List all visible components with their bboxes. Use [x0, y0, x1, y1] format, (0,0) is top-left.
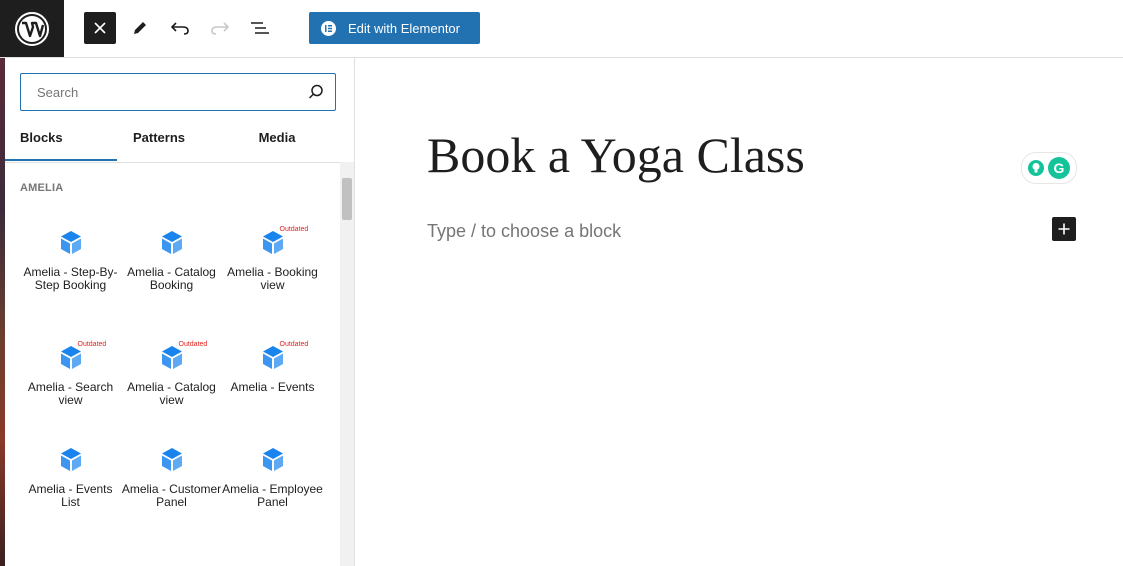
tools-button[interactable]: [124, 12, 156, 44]
undo-button[interactable]: [164, 12, 196, 44]
wordpress-logo-icon[interactable]: [0, 0, 64, 57]
block-item-label: Amelia - Catalog view: [127, 380, 216, 407]
list-view-button[interactable]: [244, 12, 276, 44]
scrollbar-thumb[interactable]: [342, 178, 352, 220]
elementor-icon: [321, 20, 336, 36]
block-item-label: Amelia - Booking view: [227, 265, 318, 292]
block-item-label: Amelia - Events List: [28, 482, 113, 509]
amelia-block-icon: [159, 447, 185, 473]
block-item[interactable]: Amelia - Employee Panel: [222, 447, 323, 509]
block-item-label: Amelia - Employee Panel: [222, 482, 323, 509]
elementor-button-label: Edit with Elementor: [348, 20, 460, 36]
block-item[interactable]: Outdated Amelia - Catalog view: [121, 341, 222, 407]
block-item-label: Amelia - Customer Panel: [121, 482, 222, 509]
edit-with-elementor-button[interactable]: Edit with Elementor: [309, 12, 480, 44]
block-placeholder[interactable]: Type / to choose a block: [427, 221, 621, 242]
plus-icon: [1058, 223, 1070, 235]
tab-media[interactable]: Media: [241, 122, 313, 162]
search-icon[interactable]: [307, 83, 325, 101]
block-item[interactable]: Outdated Amelia - Events: [222, 341, 323, 394]
category-heading: AMELIA: [20, 182, 64, 194]
grammarly-widget[interactable]: G: [1021, 152, 1077, 184]
search-box: [20, 73, 336, 111]
amelia-block-icon: [159, 230, 185, 256]
block-item-label: Amelia - Step-By-Step Booking: [23, 265, 118, 292]
tab-patterns[interactable]: Patterns: [117, 122, 201, 162]
editor-canvas: Book a Yoga Class G Type / to choose a b…: [355, 58, 1123, 566]
block-item[interactable]: Amelia - Catalog Booking: [121, 230, 222, 292]
list-view-icon: [251, 22, 269, 34]
undo-icon: [170, 22, 189, 35]
amelia-block-icon: [58, 447, 84, 473]
pencil-icon: [134, 22, 146, 34]
close-inserter-button[interactable]: [84, 12, 116, 44]
lightbulb-icon: [1028, 160, 1044, 176]
block-item[interactable]: Amelia - Customer Panel: [121, 447, 222, 509]
tab-blocks[interactable]: Blocks: [5, 122, 117, 161]
block-item[interactable]: Outdated Amelia - Booking view: [222, 226, 323, 292]
redo-icon: [211, 22, 230, 35]
add-block-button[interactable]: [1052, 217, 1076, 241]
block-item[interactable]: Amelia - Step-By-Step Booking: [20, 230, 121, 292]
amelia-block-icon: Outdated: [159, 341, 207, 371]
outdated-badge: Outdated: [178, 341, 208, 348]
amelia-block-icon: Outdated: [58, 341, 106, 371]
block-item[interactable]: Outdated Amelia - Search view: [20, 341, 121, 407]
block-item-label: Amelia - Search view: [27, 380, 114, 407]
grammarly-icon: G: [1048, 157, 1070, 179]
editor-toolbar: Edit with Elementor: [0, 0, 1123, 58]
close-icon: [94, 22, 106, 34]
search-input[interactable]: [35, 83, 299, 101]
inserter-tabs: Blocks Patterns Media: [5, 122, 354, 163]
amelia-block-icon: Outdated: [260, 226, 308, 256]
redo-button[interactable]: [204, 12, 236, 44]
post-title[interactable]: Book a Yoga Class: [427, 126, 805, 184]
block-inserter-panel: Blocks Patterns Media AMELIA Amelia - St…: [5, 58, 355, 566]
outdated-badge: Outdated: [279, 341, 309, 348]
block-item[interactable]: Amelia - Events List: [20, 447, 121, 509]
block-item-label: Amelia - Events: [230, 380, 315, 394]
amelia-block-icon: Outdated: [260, 341, 308, 371]
block-item-label: Amelia - Catalog Booking: [127, 265, 216, 292]
scrollbar-track[interactable]: [340, 162, 354, 566]
amelia-block-icon: [58, 230, 84, 256]
amelia-block-icon: [260, 447, 286, 473]
outdated-badge: Outdated: [279, 226, 309, 233]
outdated-badge: Outdated: [77, 341, 107, 348]
